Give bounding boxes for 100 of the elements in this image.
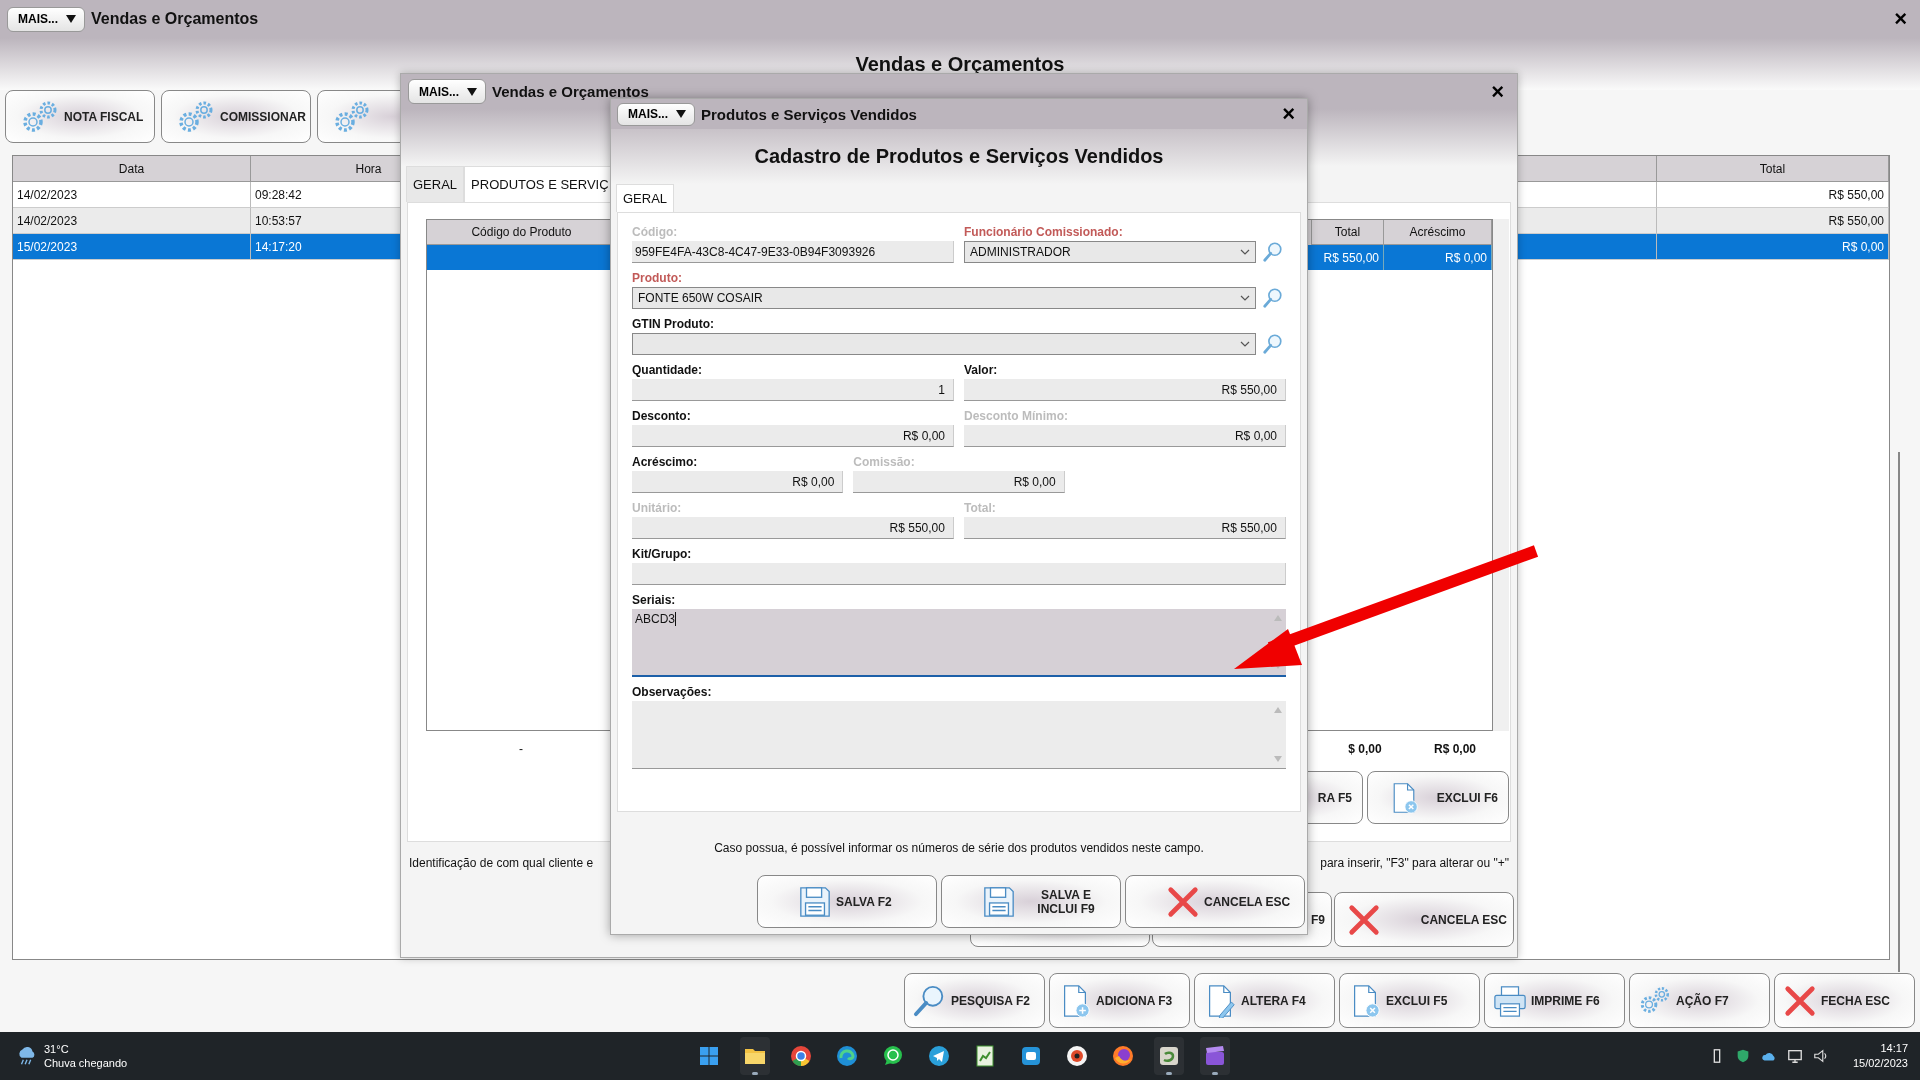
- chevron-down-icon: [1240, 295, 1250, 301]
- close-button[interactable]: ×: [1888, 8, 1913, 30]
- input-field[interactable]: R$ 0,00: [632, 471, 844, 493]
- menu-button[interactable]: MAIS...: [408, 79, 486, 104]
- app-icon: [1157, 1044, 1181, 1068]
- input-field[interactable]: [632, 563, 1286, 585]
- text-cursor: [675, 612, 676, 626]
- scroll-up-icon: [1274, 707, 1282, 713]
- field-label: Unitário:: [632, 501, 683, 516]
- dropdown[interactable]: FONTE 650W COSAIR: [632, 287, 1256, 309]
- action-button[interactable]: CANCELA ESC: [1334, 892, 1514, 947]
- window-title: Produtos e Serviços Vendidos: [701, 105, 917, 123]
- hint-text: Caso possua, é possível informar os números de série dos produtos vendidos neste campo.: [713, 840, 1205, 855]
- input-field[interactable]: R$ 550,00: [964, 379, 1286, 401]
- taskbar-button[interactable]: [1154, 1037, 1184, 1075]
- paper-plane-icon: [927, 1044, 951, 1068]
- action-button[interactable]: SALVA E INCLUI F9: [941, 875, 1121, 928]
- column-header[interactable]: Total: [1657, 156, 1889, 182]
- gears-icon: [1638, 985, 1672, 1016]
- window-title: Vendas e Orçamentos: [492, 83, 649, 100]
- field-label: Desconto Mínimo:: [964, 409, 1069, 424]
- field-label: Seriais:: [632, 593, 677, 608]
- table-cell: R$ 550,00: [1312, 245, 1384, 270]
- action-button[interactable]: NOTA FISCAL: [5, 90, 155, 143]
- chevron-down-icon: [1240, 249, 1250, 255]
- field-label: Produto:: [632, 271, 683, 286]
- text-area[interactable]: ABCD3: [632, 609, 1286, 677]
- dialog-heading: Cadastro de Produtos e Serviços Vendidos: [611, 129, 1307, 184]
- chat-icon: [881, 1044, 905, 1068]
- scroll-down-icon: [1274, 756, 1282, 762]
- window-title: Vendas e Orçamentos: [91, 10, 259, 28]
- browser-icon: [1111, 1044, 1135, 1068]
- search-icon: [1262, 287, 1284, 309]
- action-button[interactable]: ADICIONA F3: [1049, 973, 1190, 1028]
- field-label: GTIN Produto:: [632, 317, 715, 332]
- weather-text: Chuva chegando: [44, 1056, 128, 1070]
- action-button[interactable]: PESQUISA F2: [904, 973, 1045, 1028]
- clock-time[interactable]: 14:17: [1880, 1041, 1908, 1056]
- total-value: -: [518, 742, 524, 756]
- scrollbar[interactable]: [1898, 452, 1900, 972]
- action-button[interactable]: IMPRIME F6: [1484, 973, 1625, 1028]
- action-button[interactable]: AÇÃO F7: [1629, 973, 1770, 1028]
- speaker-icon[interactable]: [1812, 1048, 1829, 1064]
- column-header[interactable]: Data: [13, 156, 251, 182]
- table-cell: 15/02/2023: [13, 234, 251, 260]
- field-label: Total:: [964, 501, 997, 516]
- clock-date[interactable]: 15/02/2023: [1852, 1056, 1908, 1071]
- field-label: Valor:: [964, 363, 999, 378]
- close-button[interactable]: ×: [1485, 80, 1510, 103]
- running-indicator: [752, 1072, 758, 1075]
- input-field[interactable]: 1: [632, 379, 954, 401]
- taskbar-button[interactable]: [740, 1037, 770, 1075]
- hint-text: Identificação de com qual cliente e: [409, 856, 594, 870]
- heading: Vendas e Orçamentos: [855, 52, 1065, 76]
- tab[interactable]: GERAL: [406, 166, 465, 202]
- scroll-up-icon: [1274, 615, 1282, 621]
- action-button[interactable]: FECHA ESC: [1774, 973, 1915, 1028]
- cross-icon: [1166, 884, 1200, 919]
- table-cell: R$ 0,00: [1657, 234, 1889, 260]
- monitor-icon[interactable]: [1786, 1048, 1803, 1064]
- menu-button[interactable]: MAIS...: [7, 6, 85, 32]
- input-field[interactable]: R$ 0,00: [632, 425, 954, 447]
- dropdown[interactable]: ADMINISTRADOR: [964, 241, 1256, 263]
- search-icon: [1262, 333, 1284, 355]
- running-indicator: [1166, 1072, 1172, 1075]
- cross-icon: [1783, 983, 1817, 1018]
- action-button[interactable]: COMISSIONAR: [161, 90, 311, 143]
- windows-icon: [697, 1044, 721, 1068]
- field-label: Funcionário Comissionado:: [964, 225, 1124, 240]
- cross-icon: [1347, 902, 1381, 937]
- running-indicator: [1212, 1072, 1218, 1075]
- floppy-icon: [982, 884, 1016, 919]
- field-label: Quantidade:: [632, 363, 703, 378]
- floppy-icon: [798, 884, 832, 919]
- action-button[interactable]: EXCLUI F6: [1367, 771, 1509, 824]
- search-icon: [1262, 241, 1284, 263]
- caret-icon: [66, 15, 76, 23]
- printer-icon: [1493, 983, 1527, 1018]
- clapper-icon: [1203, 1044, 1227, 1068]
- total-value: R$ 0,00: [1433, 742, 1477, 756]
- field-label: Comissão:: [853, 455, 916, 470]
- action-button[interactable]: SALVA F2: [757, 875, 937, 928]
- dropdown[interactable]: [632, 333, 1256, 355]
- tab[interactable]: GERAL: [616, 184, 675, 212]
- field-label: Kit/Grupo:: [632, 547, 693, 562]
- caret-icon: [467, 87, 477, 96]
- field-label: Desconto:: [632, 409, 692, 424]
- action-button[interactable]: ALTERA F4: [1194, 973, 1335, 1028]
- app-icon: [1065, 1044, 1089, 1068]
- field-label: Observações:: [632, 685, 713, 700]
- table-cell: R$ 0,00: [1384, 245, 1492, 270]
- chevron-down-icon: [1240, 341, 1250, 347]
- app-icon: [1019, 1044, 1043, 1068]
- action-button[interactable]: CANCELA ESC: [1125, 875, 1305, 928]
- close-button[interactable]: ×: [1276, 103, 1301, 125]
- menu-button[interactable]: MAIS...: [617, 102, 695, 126]
- action-button[interactable]: EXCLUI F5: [1339, 973, 1480, 1028]
- scrollbar[interactable]: [1493, 219, 1509, 731]
- field-label: Código:: [632, 225, 679, 240]
- field-label: Acréscimo:: [632, 455, 699, 470]
